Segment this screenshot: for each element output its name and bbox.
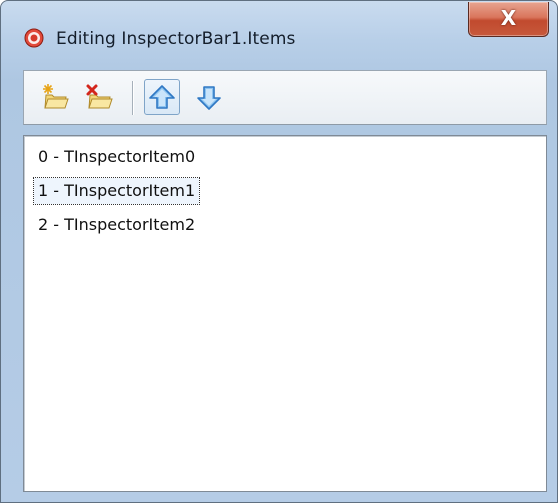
list-item-selected[interactable]: 1 - TInspectorItem1 <box>32 177 201 205</box>
title-bar[interactable]: Editing InspectorBar1.Items X <box>1 1 557 65</box>
add-item-button[interactable] <box>40 82 70 112</box>
move-down-button[interactable] <box>194 82 224 112</box>
list-item[interactable]: 0 - TInspectorItem0 <box>34 144 199 170</box>
app-icon <box>24 28 44 48</box>
move-up-button[interactable] <box>144 79 180 115</box>
window-title: Editing InspectorBar1.Items <box>56 29 296 49</box>
arrow-down-icon <box>197 86 221 110</box>
arrow-up-icon <box>149 85 175 109</box>
folder-delete-icon <box>86 84 113 109</box>
collection-editor-window: Editing InspectorBar1.Items X 0 - TInspe… <box>0 0 558 503</box>
folder-new-icon <box>43 84 69 109</box>
toolbar <box>23 70 547 125</box>
toolbar-separator <box>132 81 133 115</box>
delete-item-button[interactable] <box>84 82 114 112</box>
list-item[interactable]: 2 - TInspectorItem2 <box>34 212 199 238</box>
close-button[interactable]: X <box>468 2 549 37</box>
items-listbox[interactable]: 0 - TInspectorItem0 1 - TInspectorItem1 … <box>23 135 547 492</box>
